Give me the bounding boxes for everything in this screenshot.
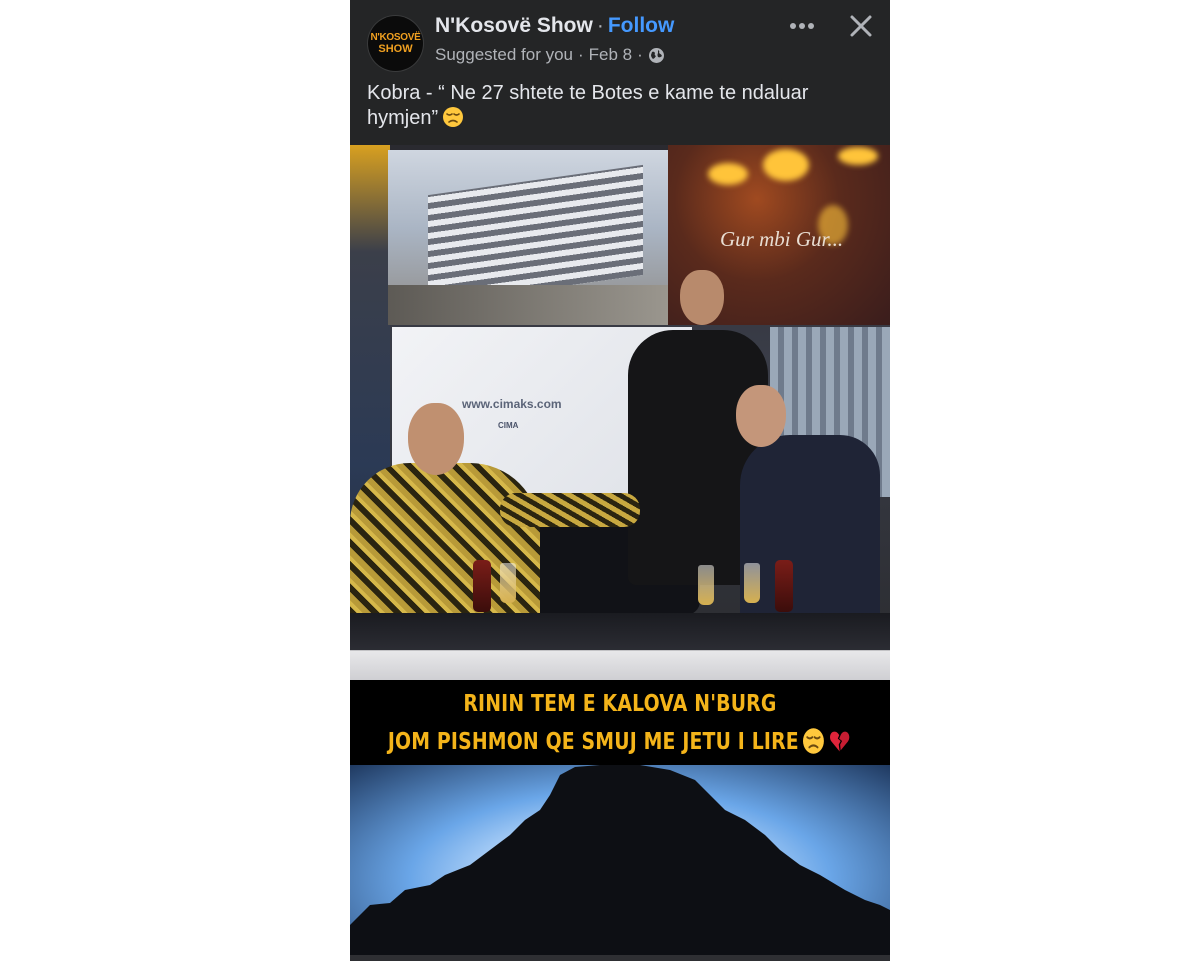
- banner-slogan: Gur mbi Gur...: [720, 227, 844, 251]
- host-figure: [740, 435, 880, 620]
- wall-brand-text: CIMA: [498, 421, 519, 430]
- page-name-row: N'Kosovë Show · Follow: [435, 14, 674, 38]
- guest-head: [408, 403, 464, 475]
- subtitle-line-2-row: JOM PISHMON QE SMUJ ME JETU I LIRE: [388, 723, 851, 761]
- wall-url-text: www.cimaks.com: [462, 397, 562, 411]
- kosovo-map-silhouette: [350, 765, 890, 955]
- post-caption: Kobra - “ Ne 27 shtete te Botes e kame t…: [367, 81, 847, 131]
- avatar-logo-text: N'KOSOVË: [370, 32, 421, 43]
- name-separator: ·: [596, 14, 604, 37]
- globe-icon[interactable]: [648, 47, 665, 64]
- more-options-icon[interactable]: [787, 14, 817, 38]
- disappointed-face-emoji: [442, 106, 464, 128]
- broken-heart-emoji: [829, 727, 852, 755]
- studio-table: [350, 613, 890, 680]
- post-header: N'KOSOVË SHOW N'Kosovë Show · Follow Sugge…: [350, 0, 890, 145]
- bottle: [775, 560, 793, 612]
- video-subtitle: RININ TEM E KALOVA N'BURG JOM PISHMON QE…: [350, 680, 890, 765]
- meta-separator: ·: [577, 45, 584, 64]
- caption-text: Kobra - “ Ne 27 shtete te Botes e kame t…: [367, 82, 809, 129]
- suggested-label: Suggested for you: [435, 45, 573, 64]
- glass: [500, 563, 516, 603]
- bottom-divider: [350, 955, 890, 961]
- bodyguard-head: [680, 270, 724, 325]
- video-player[interactable]: Gur mbi Gur... www.cimaks.com CIMA RININ…: [350, 145, 890, 955]
- host-head: [736, 385, 786, 447]
- video-second-frame: [350, 765, 890, 955]
- subtitle-line-1: RININ TEM E KALOVA N'BURG: [463, 690, 777, 717]
- disappointed-face-emoji: [803, 727, 826, 755]
- glass: [744, 563, 760, 603]
- video-scene: Gur mbi Gur... www.cimaks.com CIMA: [350, 145, 890, 680]
- building-banner: [388, 150, 668, 325]
- meta-separator-2: ·: [637, 45, 643, 64]
- post-meta: Suggested for you · Feb 8 ·: [435, 45, 665, 65]
- facebook-post-card: N'KOSOVË SHOW N'Kosovë Show · Follow Sugge…: [350, 0, 890, 961]
- page-name-link[interactable]: N'Kosovë Show: [435, 14, 593, 37]
- bottle: [473, 560, 491, 612]
- close-icon[interactable]: [847, 12, 875, 40]
- guest-arm: [500, 493, 640, 527]
- follow-button[interactable]: Follow: [608, 14, 675, 37]
- glass: [698, 565, 714, 605]
- post-date-link[interactable]: Feb 8: [589, 45, 632, 65]
- subtitle-line-2: JOM PISHMON QE SMUJ ME JETU I LIRE: [388, 728, 800, 755]
- avatar-logo-text-2: SHOW: [378, 43, 413, 55]
- page-avatar[interactable]: N'KOSOVË SHOW: [368, 16, 423, 71]
